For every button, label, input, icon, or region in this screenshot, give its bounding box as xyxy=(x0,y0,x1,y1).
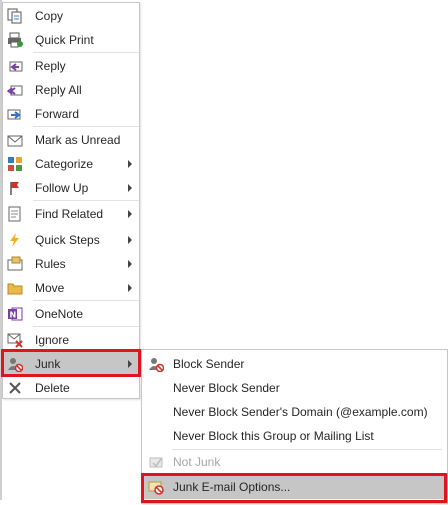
reply-all-icon xyxy=(7,82,23,98)
submenu-arrow-icon xyxy=(128,160,132,168)
menu-item-label: Categorize xyxy=(35,157,94,171)
menu-item-rules[interactable]: Rules xyxy=(3,252,139,276)
menu-item-label: Find Related xyxy=(35,207,104,221)
submenu-item-label: Block Sender xyxy=(173,357,245,371)
reply-icon xyxy=(7,58,23,74)
menu-item-label: Mark as Unread xyxy=(35,133,121,147)
menu-item-label: Reply All xyxy=(35,83,82,97)
menu-item-quick-steps[interactable]: Quick Steps xyxy=(3,228,139,252)
submenu-arrow-icon xyxy=(128,210,132,218)
ignore-icon xyxy=(7,332,23,348)
menu-item-follow-up[interactable]: Follow Up xyxy=(3,176,139,200)
submenu-arrow-icon xyxy=(128,184,132,192)
submenu-item-label: Never Block this Group or Mailing List xyxy=(173,429,374,443)
not-junk-icon xyxy=(148,454,164,470)
delete-icon xyxy=(7,380,23,396)
menu-item-label: Quick Print xyxy=(35,33,94,47)
menu-item-label: Ignore xyxy=(35,333,70,347)
menu-item-onenote[interactable]: N OneNote xyxy=(3,302,139,326)
submenu-item-never-block-sender[interactable]: Never Block Sender xyxy=(142,376,447,400)
menu-item-quick-print[interactable]: Quick Print xyxy=(3,28,139,52)
submenu-arrow-icon xyxy=(128,260,132,268)
menu-item-label: Move xyxy=(35,281,65,295)
rules-icon xyxy=(7,256,23,272)
menu-separator xyxy=(33,200,139,201)
menu-separator xyxy=(33,300,139,301)
submenu-arrow-icon xyxy=(128,236,132,244)
menu-item-mark-unread[interactable]: Mark as Unread xyxy=(3,128,139,152)
mark-unread-icon xyxy=(7,132,23,148)
menu-separator xyxy=(33,52,139,53)
find-related-icon xyxy=(7,206,23,222)
block-sender-icon xyxy=(148,356,164,372)
menu-item-copy[interactable]: Copy xyxy=(3,4,139,28)
menu-separator xyxy=(33,326,139,327)
svg-text:N: N xyxy=(10,311,17,320)
menu-item-forward[interactable]: Forward xyxy=(3,102,139,126)
menu-item-label: Copy xyxy=(35,9,64,23)
menu-item-label: Rules xyxy=(35,257,66,271)
menu-item-move[interactable]: Move xyxy=(3,276,139,300)
menu-item-label: Forward xyxy=(35,107,80,121)
categorize-icon xyxy=(7,156,23,172)
copy-icon xyxy=(7,8,23,24)
folder-icon xyxy=(7,280,23,296)
menu-item-label: Quick Steps xyxy=(35,233,100,247)
menu-item-label: OneNote xyxy=(35,307,84,321)
menu-item-reply-all[interactable]: Reply All xyxy=(3,78,139,102)
submenu-item-never-block-domain[interactable]: Never Block Sender's Domain (@example.co… xyxy=(142,400,447,424)
highlight-box-junk xyxy=(1,349,141,377)
submenu-item-label: Never Block Sender xyxy=(173,381,280,395)
forward-icon xyxy=(7,106,23,122)
menu-item-delete[interactable]: Delete xyxy=(3,376,139,400)
print-icon xyxy=(7,32,23,48)
flag-icon xyxy=(7,180,23,196)
highlight-box-junk-options xyxy=(141,473,447,503)
lightning-icon xyxy=(7,232,23,248)
menu-item-label: Delete xyxy=(35,381,70,395)
submenu-item-block-sender[interactable]: Block Sender xyxy=(142,352,447,376)
onenote-icon: N xyxy=(7,306,23,322)
submenu-item-never-block-group[interactable]: Never Block this Group or Mailing List xyxy=(142,424,447,448)
submenu-arrow-icon xyxy=(128,284,132,292)
menu-item-find-related[interactable]: Find Related xyxy=(3,202,139,226)
context-menu: Copy Quick Print Reply Reply All Forward… xyxy=(2,2,140,399)
submenu-item-label: Never Block Sender's Domain (@example.co… xyxy=(173,405,428,419)
submenu-item-not-junk: Not Junk xyxy=(142,450,447,474)
submenu-item-label: Not Junk xyxy=(173,455,221,469)
menu-item-reply[interactable]: Reply xyxy=(3,54,139,78)
menu-item-label: Follow Up xyxy=(35,181,89,195)
menu-item-label: Reply xyxy=(35,59,66,73)
menu-separator xyxy=(33,126,139,127)
menu-item-categorize[interactable]: Categorize xyxy=(3,152,139,176)
